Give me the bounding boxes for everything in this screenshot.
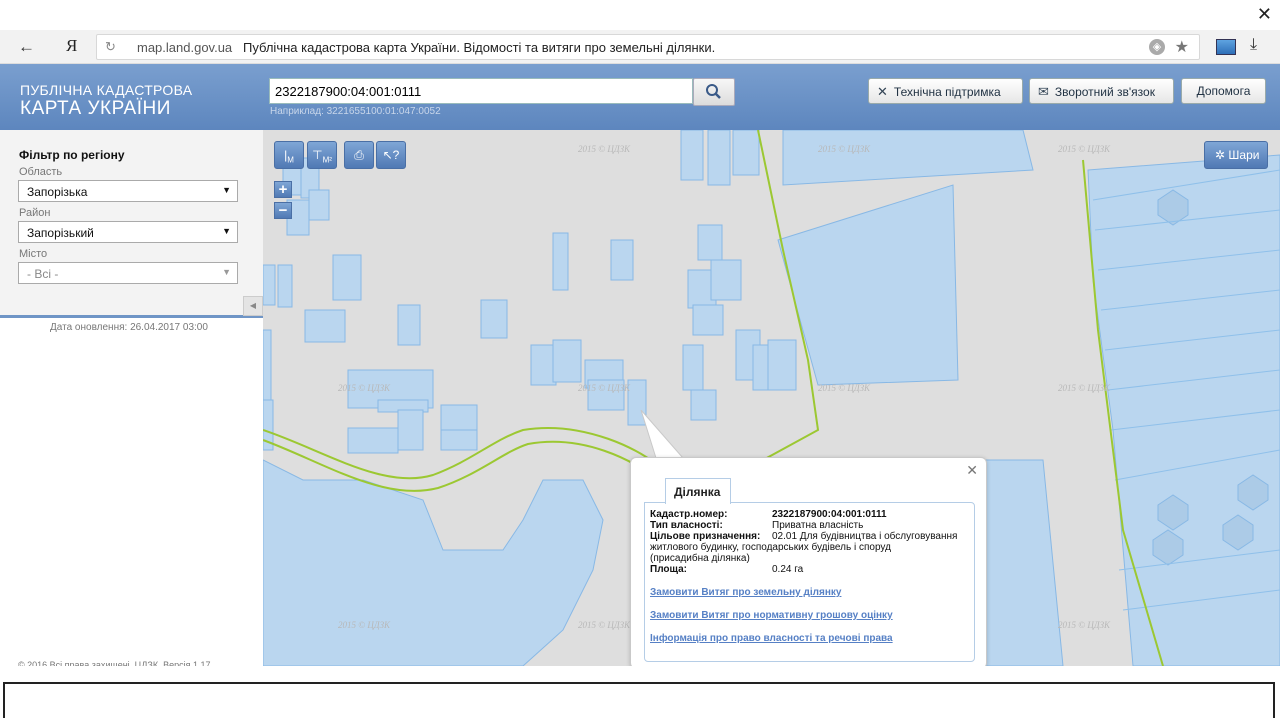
measure-length-button[interactable]: |M xyxy=(274,141,304,169)
region-filter-panel: Фільтр по регіону Область Запорізька ▼ Ра… xyxy=(0,130,263,318)
region-label: Область xyxy=(19,166,63,178)
translate-icon[interactable]: ◈ xyxy=(1149,39,1165,55)
field-purpose: Цільове призначення: 02.01 Для будівництв… xyxy=(650,531,958,542)
gear-icon: ✲ xyxy=(1215,148,1226,162)
city-label: Місто xyxy=(19,248,48,260)
browser-toolbar: ← Я ↻ map.land.gov.ua Публічна кадастров… xyxy=(0,30,1280,64)
download-icon[interactable]: ⤓ xyxy=(1250,36,1257,54)
map-watermark: 2015 © ЦДЗК xyxy=(1058,144,1110,154)
bookmark-star-icon[interactable]: ★ xyxy=(1175,37,1189,57)
field-area: Площа: 0.24 га xyxy=(650,564,804,575)
map-watermark: 2015 © ЦДЗК xyxy=(818,144,870,154)
ownership-info-link[interactable]: Інформація про право власності та речові… xyxy=(650,633,893,644)
map-watermark: 2015 © ЦДЗК xyxy=(338,620,390,630)
filter-title: Фільтр по регіону xyxy=(19,148,125,162)
close-icon[interactable]: ✕ xyxy=(1257,4,1272,25)
back-arrow-icon[interactable]: ← xyxy=(18,37,35,57)
layers-button[interactable]: ✲ Шари xyxy=(1204,141,1268,169)
parcel-info-popup: ✕ Кадастр.номер: 2322187900:04:001:0111 Т… xyxy=(630,457,987,669)
image-icon[interactable] xyxy=(1216,39,1236,55)
collapse-sidebar-button[interactable]: ◀ xyxy=(243,296,263,316)
map-watermark: 2015 © ЦДЗК xyxy=(578,144,630,154)
zoom-in-button[interactable]: + xyxy=(274,181,292,198)
tab-parcel[interactable]: Ділянка xyxy=(665,478,731,504)
parcel-info-body: Кадастр.номер: 2322187900:04:001:0111 Тип… xyxy=(644,502,975,662)
district-label: Район xyxy=(19,207,51,219)
popup-pointer xyxy=(640,410,685,459)
map-watermark: 2015 © ЦДЗК xyxy=(338,383,390,393)
map-watermark: 2015 © ЦДЗК xyxy=(818,383,870,393)
reload-icon[interactable]: ↻ xyxy=(105,39,116,55)
region-select[interactable]: Запорізька ▼ xyxy=(18,180,238,202)
order-parcel-extract-link[interactable]: Замовити Витяг про земельну ділянку xyxy=(650,587,841,598)
search-button[interactable] xyxy=(693,78,735,106)
map-watermark: 2015 © ЦДЗК xyxy=(1058,620,1110,630)
map-watermark: 2015 © ЦДЗК xyxy=(578,383,630,393)
field-cadastral-number: Кадастр.номер: 2322187900:04:001:0111 xyxy=(650,509,887,520)
yandex-logo[interactable]: Я xyxy=(66,36,77,56)
cadastral-search-input[interactable] xyxy=(269,78,693,104)
bottom-frame xyxy=(3,682,1275,718)
search-icon xyxy=(706,84,721,99)
page-title: Публічна кадастрова карта України. Відом… xyxy=(243,40,716,55)
identify-icon[interactable]: ↖? xyxy=(376,141,406,169)
search-hint: Наприклад: 3221655100:01:047:0052 xyxy=(270,106,441,117)
help-button[interactable]: Допомога xyxy=(1181,78,1266,104)
chevron-down-icon: ▼ xyxy=(222,226,231,236)
order-valuation-extract-link[interactable]: Замовити Витяг про нормативну грошову оц… xyxy=(650,610,893,621)
update-date: Дата оновлення: 26.04.2017 03:00 xyxy=(50,322,208,333)
print-icon[interactable]: ⎙ xyxy=(344,141,374,169)
mail-icon: ✉ xyxy=(1038,84,1049,99)
tech-support-button[interactable]: ✕ Технічна підтримка xyxy=(868,78,1023,104)
close-icon[interactable]: ✕ xyxy=(966,462,978,479)
app-header: ПУБЛІЧНА КАДАСТРОВА КАРТА УКРАЇНИ Наприк… xyxy=(0,64,1280,130)
address-host: map.land.gov.ua xyxy=(137,40,233,55)
chevron-down-icon: ▼ xyxy=(222,185,231,195)
logo-line1: ПУБЛІЧНА КАДАСТРОВА xyxy=(20,82,193,98)
field-ownership-type: Тип власності: Приватна власність xyxy=(650,520,864,531)
chevron-down-icon: ▼ xyxy=(222,267,231,277)
zoom-out-button[interactable]: − xyxy=(274,202,292,219)
feedback-button[interactable]: ✉ Зворотний зв'язок xyxy=(1029,78,1174,104)
map-watermark: 2015 © ЦДЗК xyxy=(578,620,630,630)
address-bar[interactable]: ↻ map.land.gov.ua Публічна кадастрова ка… xyxy=(96,34,1200,60)
sidebar: Фільтр по регіону Область Запорізька ▼ Ра… xyxy=(0,130,263,670)
tools-icon: ✕ xyxy=(877,84,888,99)
map-watermark: 2015 © ЦДЗК xyxy=(1058,383,1110,393)
window-top-bar: ✕ xyxy=(0,0,1280,30)
logo-line2: КАРТА УКРАЇНИ xyxy=(20,98,171,119)
city-select[interactable]: - Всі - ▼ xyxy=(18,262,238,284)
field-purpose-cont: (присадибна ділянка) xyxy=(650,553,750,564)
field-purpose-cont: житлового будинку, господарських будівел… xyxy=(650,542,891,553)
measure-area-button[interactable]: ⊤M² xyxy=(307,141,337,169)
district-select[interactable]: Запорізький ▼ xyxy=(18,221,238,243)
